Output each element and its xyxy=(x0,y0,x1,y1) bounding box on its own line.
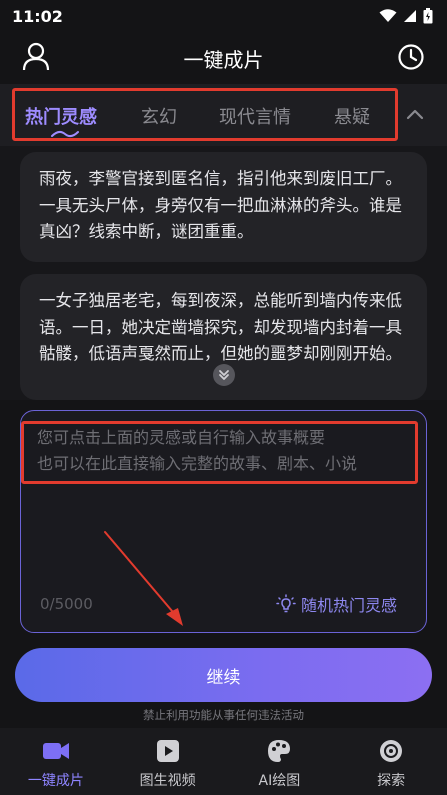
page-title: 一键成片 xyxy=(183,47,264,72)
nav-ai-drawing[interactable]: AI绘图 xyxy=(224,728,336,795)
battery-icon xyxy=(423,8,433,24)
profile-icon[interactable] xyxy=(22,42,50,72)
char-counter: 0/5000 xyxy=(40,595,93,613)
tab-fantasy[interactable]: 玄幻 xyxy=(141,103,177,129)
tab-suspense[interactable]: 悬疑 xyxy=(334,103,370,129)
active-tab-indicator xyxy=(51,130,79,138)
random-inspiration-button[interactable]: 随机热门灵感 xyxy=(276,591,397,617)
tab-hot-inspiration[interactable]: 热门灵感 xyxy=(25,103,97,129)
status-icons xyxy=(379,8,433,24)
continue-button[interactable]: 继续 xyxy=(15,648,432,702)
inspiration-card[interactable]: 雨夜，李警官接到匿名信，指引他来到废旧工厂。一具无头尸体，身旁仅有一把血淋淋的斧… xyxy=(20,152,427,262)
palette-icon xyxy=(265,738,293,764)
status-time: 11:02 xyxy=(12,6,63,26)
tab-modern-romance[interactable]: 现代言情 xyxy=(219,103,291,129)
app-header: 一键成片 xyxy=(0,32,447,84)
disclaimer-text: 禁止利用功能从事任何违法活动 xyxy=(143,708,304,722)
nav-explore[interactable]: 探索 xyxy=(335,728,447,795)
play-image-icon xyxy=(154,738,182,764)
signal-icon xyxy=(404,10,416,22)
video-camera-icon xyxy=(42,738,70,764)
random-inspiration-label: 随机热门灵感 xyxy=(301,596,398,615)
nav-one-click-video[interactable]: 一键成片 xyxy=(0,728,112,795)
story-input[interactable] xyxy=(37,425,409,485)
inspiration-list: 雨夜，李警官接到匿名信，指引他来到废旧工厂。一具无头尸体，身旁仅有一把血淋淋的斧… xyxy=(0,146,447,400)
lightbulb-icon xyxy=(276,594,296,613)
nav-label: 一键成片 xyxy=(27,773,84,789)
nav-label: 图生视频 xyxy=(139,773,196,789)
nav-label: AI绘图 xyxy=(258,773,301,789)
category-tabs: 热门灵感 玄幻 现代言情 悬疑 xyxy=(0,84,447,146)
story-input-panel: 0/5000 随机热门灵感 xyxy=(20,410,427,633)
bottom-nav: 一键成片 图生视频 AI绘图 探索 xyxy=(0,728,447,795)
double-chevron-down-icon xyxy=(219,370,229,380)
nav-image-to-video[interactable]: 图生视频 xyxy=(112,728,224,795)
compass-icon xyxy=(377,738,405,764)
status-bar: 11:02 xyxy=(0,0,447,32)
expand-more-button[interactable] xyxy=(213,364,235,386)
history-clock-icon[interactable] xyxy=(397,43,425,71)
chevron-up-icon[interactable] xyxy=(404,104,426,124)
wifi-icon xyxy=(379,9,397,22)
nav-label: 探索 xyxy=(377,773,406,789)
